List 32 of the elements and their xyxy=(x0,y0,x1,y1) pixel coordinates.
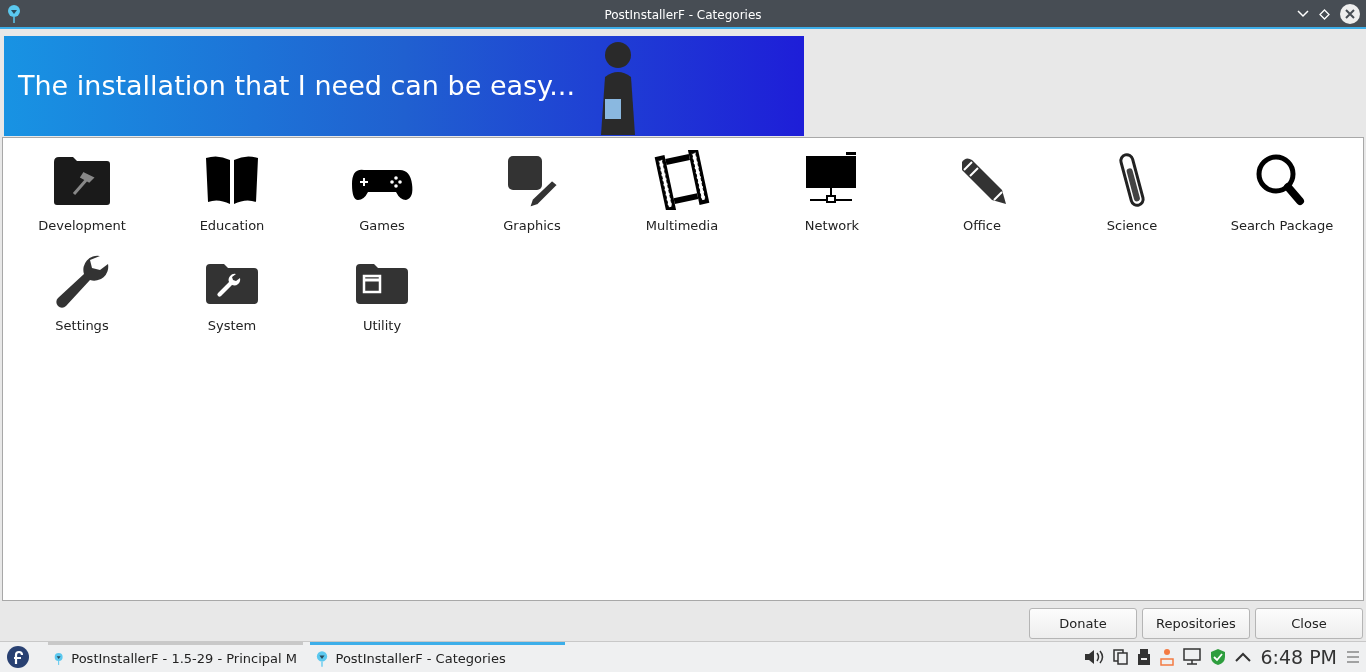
category-item[interactable]: Development xyxy=(7,150,157,236)
category-item[interactable]: Science xyxy=(1057,150,1207,236)
banner-text: The installation that I need can be easy... xyxy=(18,68,575,103)
volume-icon[interactable] xyxy=(1084,649,1105,665)
category-item[interactable]: Office xyxy=(907,150,1057,236)
maximize-icon[interactable] xyxy=(1319,8,1330,20)
taskbar-task[interactable]: PostInstallerF - Categories xyxy=(309,642,565,672)
clipboard-icon[interactable] xyxy=(1113,649,1129,665)
category-item[interactable]: Settings xyxy=(7,249,157,335)
shield-icon[interactable] xyxy=(1210,648,1227,666)
start-menu-icon[interactable] xyxy=(6,645,30,669)
app-icon xyxy=(7,4,21,24)
category-item[interactable]: Network xyxy=(757,150,907,236)
taskbar-task[interactable]: PostInstallerF - 1.5-29 - Principal M xyxy=(48,642,303,672)
close-button[interactable]: Close xyxy=(1255,608,1363,639)
category-item[interactable]: System xyxy=(157,249,307,335)
category-item[interactable]: Search Package xyxy=(1207,150,1357,236)
minimize-icon[interactable] xyxy=(1297,10,1309,18)
category-item[interactable]: Education xyxy=(157,150,307,236)
close-icon[interactable] xyxy=(1340,4,1360,24)
category-item[interactable]: Graphics xyxy=(457,150,607,236)
category-item[interactable]: Utility xyxy=(307,249,457,335)
donate-button[interactable]: Donate xyxy=(1029,608,1137,639)
chevron-up-icon[interactable] xyxy=(1235,652,1252,662)
clock[interactable]: 6:48 PM xyxy=(1260,642,1337,672)
app-icon xyxy=(315,649,328,668)
category-item[interactable]: Multimedia xyxy=(607,150,757,236)
usb-drive-icon[interactable] xyxy=(1137,649,1152,665)
repositories-button[interactable]: Repositories xyxy=(1142,608,1250,639)
monitor-icon[interactable] xyxy=(1183,648,1202,666)
window-title: PostInstallerF - Categories xyxy=(603,7,763,24)
category-item[interactable]: Games xyxy=(307,150,457,236)
